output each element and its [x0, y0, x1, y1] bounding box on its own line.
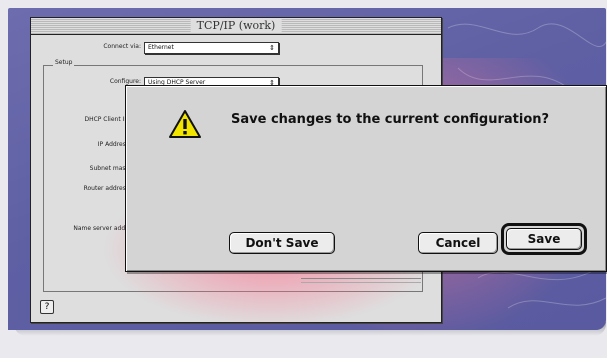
ip-address-label: IP Address: [97, 141, 131, 148]
save-button[interactable]: Save [506, 228, 582, 250]
setup-label: Setup [53, 59, 75, 66]
connect-via-popup[interactable]: Ethernet ⇕ [144, 42, 279, 54]
configure-label: Configure: [109, 78, 141, 85]
tcpip-title: TCP/IP (work) [190, 19, 282, 33]
help-button[interactable]: ? [40, 300, 54, 314]
dont-save-button[interactable]: Don't Save [229, 232, 335, 254]
connect-via-label: Connect via: [103, 43, 141, 50]
dialog-message: Save changes to the current configuratio… [231, 112, 550, 127]
cancel-button[interactable]: Cancel [418, 232, 498, 254]
subnet-mask-label: Subnet mask: [89, 165, 131, 172]
dhcp-client-id-label: DHCP Client ID: [84, 116, 131, 123]
router-address-label: Router address: [83, 185, 131, 192]
search-domain-field[interactable] [301, 278, 421, 279]
save-changes-dialog: Save changes to the current configuratio… [125, 85, 607, 272]
field-underline [301, 282, 421, 283]
warning-icon [169, 110, 201, 138]
tcpip-titlebar[interactable]: TCP/IP (work) [31, 18, 441, 35]
popup-arrows-icon: ⇕ [269, 44, 275, 52]
connect-via-value: Ethernet [148, 44, 174, 51]
help-icon: ? [44, 302, 50, 312]
